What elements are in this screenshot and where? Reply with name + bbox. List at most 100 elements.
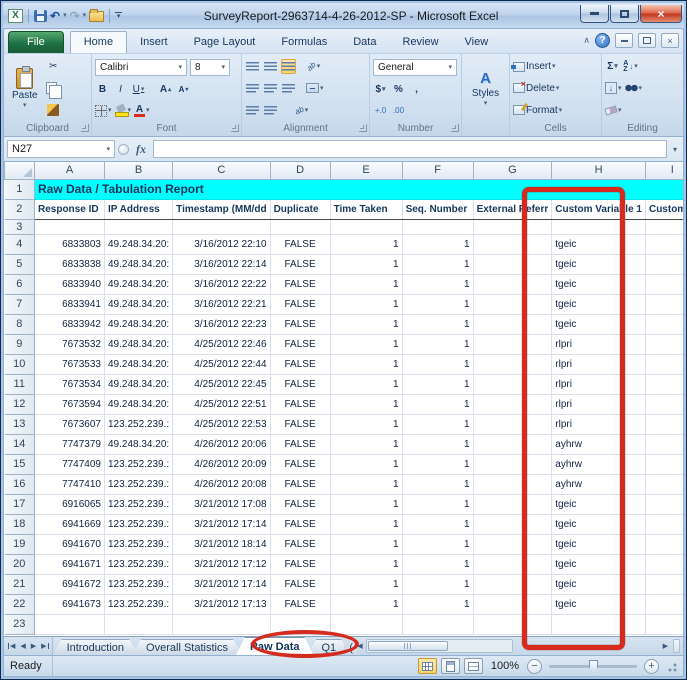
merge-center-button[interactable]: ▾ <box>306 81 324 96</box>
cell-E4[interactable]: 1 <box>330 234 402 254</box>
collapse-ribbon-icon[interactable]: ∧ <box>583 35 590 46</box>
cell-G19[interactable] <box>473 534 552 554</box>
sheet-tab-introduction[interactable]: Introduction <box>53 639 138 655</box>
percent-format-button[interactable]: % <box>391 82 406 97</box>
cell-F22[interactable]: 1 <box>402 594 473 614</box>
cell-H5[interactable]: tgeic <box>552 254 646 274</box>
cell-B20[interactable]: 123.252.239.: <box>105 554 173 574</box>
cell-A14[interactable]: 7747379 <box>35 434 105 454</box>
bottom-align-button[interactable] <box>281 59 296 74</box>
increase-decimal-button[interactable]: +.0 <box>373 103 388 118</box>
cell-A10[interactable]: 7673533 <box>35 354 105 374</box>
cell-D14[interactable]: FALSE <box>270 434 330 454</box>
horizontal-scroll-track[interactable] <box>366 639 514 653</box>
cell-B15[interactable]: 123.252.239.: <box>105 454 173 474</box>
ribbon-tab-view[interactable]: View <box>452 32 502 53</box>
cell-D5[interactable]: FALSE <box>270 254 330 274</box>
cell-A15[interactable]: 7747409 <box>35 454 105 474</box>
cell-A1-report-title[interactable]: Raw Data / Tabulation Report <box>35 179 685 199</box>
cell-D20[interactable]: FALSE <box>270 554 330 574</box>
cell-F13[interactable]: 1 <box>402 414 473 434</box>
row-header-21[interactable]: 21 <box>5 574 35 594</box>
row-header-2[interactable]: 2 <box>5 199 35 219</box>
cell-E7[interactable]: 1 <box>330 294 402 314</box>
cell-F2-header[interactable]: Seq. Number <box>402 199 473 219</box>
previous-sheet-button[interactable]: ◀ <box>18 640 27 652</box>
cell-H16[interactable]: ayhrw <box>552 474 646 494</box>
cell-H20[interactable]: tgeic <box>552 554 646 574</box>
row-header-12[interactable]: 12 <box>5 394 35 414</box>
row-header-18[interactable]: 18 <box>5 514 35 534</box>
row-header-22[interactable]: 22 <box>5 594 35 614</box>
cell-I20[interactable] <box>645 554 684 574</box>
col-header-H[interactable]: H <box>552 162 646 179</box>
cell-E13[interactable]: 1 <box>330 414 402 434</box>
undo-dropdown-icon[interactable]: ▾ <box>63 12 67 19</box>
cell-G20[interactable] <box>473 554 552 574</box>
col-header-I[interactable]: I <box>645 162 684 179</box>
cell-H14[interactable]: ayhrw <box>552 434 646 454</box>
cell-H11[interactable]: rlpri <box>552 374 646 394</box>
cell-E2-header[interactable]: Time Taken <box>330 199 402 219</box>
cell-I21[interactable] <box>645 574 684 594</box>
cell-H17[interactable]: tgeic <box>552 494 646 514</box>
select-all-corner[interactable] <box>5 162 35 179</box>
cell-A9[interactable]: 7673532 <box>35 334 105 354</box>
cell-F14[interactable]: 1 <box>402 434 473 454</box>
cell-C2-header[interactable]: Timestamp (MM/dd <box>173 199 270 219</box>
page-layout-view-button[interactable] <box>441 658 460 674</box>
number-format-combo[interactable]: General▾ <box>373 59 457 76</box>
resize-grip[interactable] <box>665 660 677 672</box>
underline-button[interactable]: U▾ <box>131 82 146 97</box>
cell-G10[interactable] <box>473 354 552 374</box>
row-header-5[interactable]: 5 <box>5 254 35 274</box>
cell-H21[interactable]: tgeic <box>552 574 646 594</box>
customize-quick-access-icon[interactable]: ▾ <box>115 12 122 19</box>
cell-F7[interactable]: 1 <box>402 294 473 314</box>
workbook-restore-button[interactable] <box>638 33 656 48</box>
font-name-combo[interactable]: Calibri▾ <box>95 59 187 76</box>
cell-A23[interactable] <box>35 614 105 634</box>
cell-B21[interactable]: 123.252.239.: <box>105 574 173 594</box>
cell-D11[interactable]: FALSE <box>270 374 330 394</box>
open-icon[interactable] <box>89 11 104 22</box>
horizontal-scroll-thumb[interactable] <box>368 641 448 651</box>
cell-G15[interactable] <box>473 454 552 474</box>
page-break-view-button[interactable] <box>464 658 483 674</box>
row-header-9[interactable]: 9 <box>5 334 35 354</box>
cell-H15[interactable]: ayhrw <box>552 454 646 474</box>
cell-H2-header[interactable]: Custom Variable 1 <box>552 199 646 219</box>
row-header-15[interactable]: 15 <box>5 454 35 474</box>
cell-A3[interactable] <box>35 219 105 234</box>
cell-I14[interactable] <box>645 434 684 454</box>
cell-C11[interactable]: 4/25/2012 22:45 <box>173 374 270 394</box>
cell-G21[interactable] <box>473 574 552 594</box>
number-dialog-launcher-icon[interactable] <box>451 124 459 132</box>
cell-G11[interactable] <box>473 374 552 394</box>
cell-I9[interactable] <box>645 334 684 354</box>
excel-app-icon[interactable]: X <box>8 9 23 23</box>
copy-button[interactable]: ▾ <box>46 81 62 96</box>
maximize-button[interactable] <box>610 5 639 23</box>
zoom-in-button[interactable]: + <box>644 659 659 674</box>
font-size-combo[interactable]: 8▾ <box>190 59 230 76</box>
cell-F19[interactable]: 1 <box>402 534 473 554</box>
name-box[interactable]: N27▾ <box>7 140 115 158</box>
cell-B12[interactable]: 49.248.34.20: <box>105 394 173 414</box>
col-header-G[interactable]: G <box>473 162 552 179</box>
cell-E23[interactable] <box>330 614 402 634</box>
undo-icon[interactable]: ↶ <box>50 10 60 22</box>
cell-C4[interactable]: 3/16/2012 22:10 <box>173 234 270 254</box>
sheet-tab-overall-statistics[interactable]: Overall Statistics <box>132 639 242 655</box>
cell-D21[interactable]: FALSE <box>270 574 330 594</box>
cell-A21[interactable]: 6941672 <box>35 574 105 594</box>
decrease-indent-button[interactable] <box>245 103 260 118</box>
ribbon-tab-home[interactable]: Home <box>70 31 127 53</box>
font-dialog-launcher-icon[interactable] <box>231 124 239 132</box>
cell-F5[interactable]: 1 <box>402 254 473 274</box>
cell-D2-header[interactable]: Duplicate <box>270 199 330 219</box>
shrink-font-button[interactable]: A <box>176 82 191 97</box>
cell-A2-header[interactable]: Response ID <box>35 199 105 219</box>
cell-C20[interactable]: 3/21/2012 17:12 <box>173 554 270 574</box>
cell-C6[interactable]: 3/16/2012 22:22 <box>173 274 270 294</box>
